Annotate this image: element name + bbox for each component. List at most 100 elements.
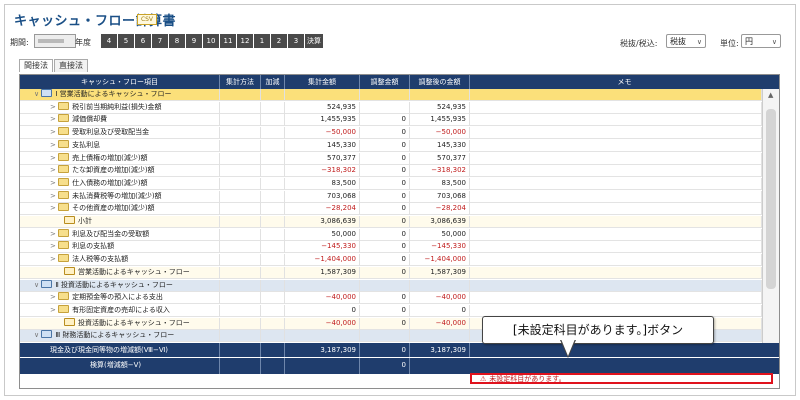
- chevron-right-icon[interactable]: >: [50, 128, 58, 136]
- total-sign: [261, 343, 285, 357]
- table-row[interactable]: > 売上債権の増加(減少)額 570,377 0 570,377: [20, 152, 762, 165]
- scroll-up-icon[interactable]: ▲: [768, 91, 773, 99]
- row-label: 減価償却費: [72, 115, 108, 124]
- month-button[interactable]: 8: [169, 34, 185, 48]
- chevron-down-icon[interactable]: ∨: [34, 331, 41, 339]
- folder-icon: [64, 216, 75, 224]
- table-row[interactable]: > 利息の支払額 −145,330 0 −145,330: [20, 241, 762, 254]
- tab-indirect-method[interactable]: 間接法: [19, 59, 53, 72]
- chevron-down-icon[interactable]: ∨: [34, 281, 41, 289]
- method-cell: [220, 165, 261, 178]
- row-label-cell: > 税引前当期純利益(損失)金額: [20, 101, 220, 114]
- adjusted-cell: [410, 279, 470, 292]
- month-button[interactable]: 決算: [305, 34, 323, 48]
- folder-icon: [41, 279, 53, 288]
- sign-cell: [261, 304, 285, 317]
- table-row[interactable]: > 仕入債務の増加(減少)額 83,500 0 83,500: [20, 177, 762, 190]
- chevron-right-icon[interactable]: >: [50, 306, 58, 314]
- month-button[interactable]: 10: [203, 34, 219, 48]
- memo-cell: [470, 228, 762, 241]
- chevron-right-icon[interactable]: >: [50, 103, 58, 111]
- chevron-right-icon[interactable]: >: [50, 154, 58, 162]
- month-button[interactable]: 1: [254, 34, 270, 48]
- vertical-scrollbar[interactable]: ▲: [762, 89, 779, 343]
- chevron-right-icon[interactable]: >: [50, 293, 58, 301]
- row-label: 定期預金等の預入による支出: [72, 293, 163, 302]
- month-button[interactable]: 4: [101, 34, 117, 48]
- month-button[interactable]: 11: [220, 34, 236, 48]
- table-row[interactable]: > 定期預金等の預入による支出 −40,000 0 −40,000: [20, 292, 762, 305]
- section-row[interactable]: ∨ Ⅱ 投資活動によるキャッシュ・フロー: [20, 279, 762, 292]
- sum-cell: 0: [285, 304, 360, 317]
- subtotal-row[interactable]: 小計 3,086,639 0 3,086,639: [20, 216, 762, 228]
- row-label-cell: > 仕入債務の増加(減少)額: [20, 177, 220, 190]
- row-label: Ⅲ 財務活動によるキャッシュ・フロー: [55, 331, 175, 340]
- chevron-right-icon[interactable]: >: [50, 255, 58, 263]
- month-button[interactable]: 5: [118, 34, 134, 48]
- table-row[interactable]: > その他資産の増加(減少)額 −28,204 0 −28,204: [20, 203, 762, 216]
- sign-cell: [261, 177, 285, 190]
- row-label-cell: > 減価償却費: [20, 114, 220, 127]
- adjusted-cell: −1,404,000: [410, 254, 470, 267]
- month-button[interactable]: 3: [288, 34, 304, 48]
- method-cell: [220, 228, 261, 241]
- memo-cell: [470, 292, 762, 305]
- table-row[interactable]: > 受取利息及び受取配当金 −50,000 0 −50,000: [20, 127, 762, 140]
- csv-export-icon[interactable]: CSV: [137, 14, 157, 25]
- chevron-right-icon[interactable]: >: [50, 179, 58, 187]
- table-row[interactable]: > 未払消費税等の増加(減少)額 703,068 0 703,068: [20, 190, 762, 203]
- sum-cell: 703,068: [285, 190, 360, 203]
- month-button[interactable]: 2: [271, 34, 287, 48]
- adjust-cell: [360, 279, 410, 292]
- unassigned-accounts-button[interactable]: ⚠ 未設定科目があります。: [470, 373, 773, 384]
- folder-icon: [41, 330, 53, 339]
- table-row[interactable]: > 支払利息 145,330 0 145,330: [20, 139, 762, 152]
- check-method: [220, 358, 261, 374]
- method-cell: [220, 304, 261, 317]
- adjusted-cell: 570,377: [410, 152, 470, 165]
- col-header-sum: 集計金額: [285, 75, 360, 89]
- sum-cell: −145,330: [285, 241, 360, 254]
- sign-cell: [261, 127, 285, 140]
- method-cell: [220, 330, 261, 343]
- chevron-down-icon[interactable]: ∨: [34, 90, 41, 98]
- adjusted-cell: −28,204: [410, 203, 470, 216]
- month-button[interactable]: 9: [186, 34, 202, 48]
- memo-cell: [470, 114, 762, 127]
- chevron-right-icon[interactable]: >: [50, 204, 58, 212]
- adjust-cell: 0: [360, 254, 410, 267]
- table-row[interactable]: > 減価償却費 1,455,935 0 1,455,935: [20, 114, 762, 127]
- period-year-field[interactable]: [34, 34, 76, 48]
- subtotal-row[interactable]: 営業活動によるキャッシュ・フロー 1,587,309 0 1,587,309: [20, 266, 762, 279]
- adjust-cell: 0: [360, 317, 410, 330]
- chevron-right-icon[interactable]: >: [50, 242, 58, 250]
- chevron-right-icon[interactable]: >: [50, 115, 58, 123]
- folder-icon: [58, 203, 70, 212]
- sign-cell: [261, 254, 285, 267]
- month-button[interactable]: 7: [152, 34, 168, 48]
- chevron-right-icon[interactable]: >: [50, 192, 58, 200]
- chevron-right-icon[interactable]: >: [50, 230, 58, 238]
- tax-mode-select[interactable]: 税抜 ∨: [666, 34, 706, 48]
- memo-cell: [470, 152, 762, 165]
- method-cell: [220, 177, 261, 190]
- scroll-thumb[interactable]: [766, 109, 776, 289]
- sign-cell: [261, 266, 285, 279]
- table-row[interactable]: > たな卸資産の増加(減少)額 −318,302 0 −318,302: [20, 165, 762, 178]
- row-label-cell: ∨ Ⅰ 営業活動によるキャッシュ・フロー: [20, 89, 220, 101]
- col-header-memo: メモ: [617, 78, 632, 86]
- chevron-right-icon[interactable]: >: [50, 166, 58, 174]
- unit-select[interactable]: 円 ∨: [741, 34, 781, 48]
- month-button[interactable]: 6: [135, 34, 151, 48]
- table-row[interactable]: > 税引前当期純利益(損失)金額 524,935 524,935: [20, 101, 762, 114]
- table-row[interactable]: > 法人税等の支払額 −1,404,000 0 −1,404,000: [20, 254, 762, 267]
- month-button[interactable]: 12: [237, 34, 253, 48]
- adjust-cell: 0: [360, 165, 410, 178]
- sign-cell: [261, 190, 285, 203]
- table-row[interactable]: > 利息及び配当金の受取額 50,000 0 50,000: [20, 228, 762, 241]
- chevron-right-icon[interactable]: >: [50, 141, 58, 149]
- section-row[interactable]: ∨ Ⅰ 営業活動によるキャッシュ・フロー: [20, 89, 762, 101]
- adjusted-cell: −40,000: [410, 317, 470, 330]
- tab-direct-method[interactable]: 直接法: [54, 59, 88, 72]
- memo-cell: [470, 177, 762, 190]
